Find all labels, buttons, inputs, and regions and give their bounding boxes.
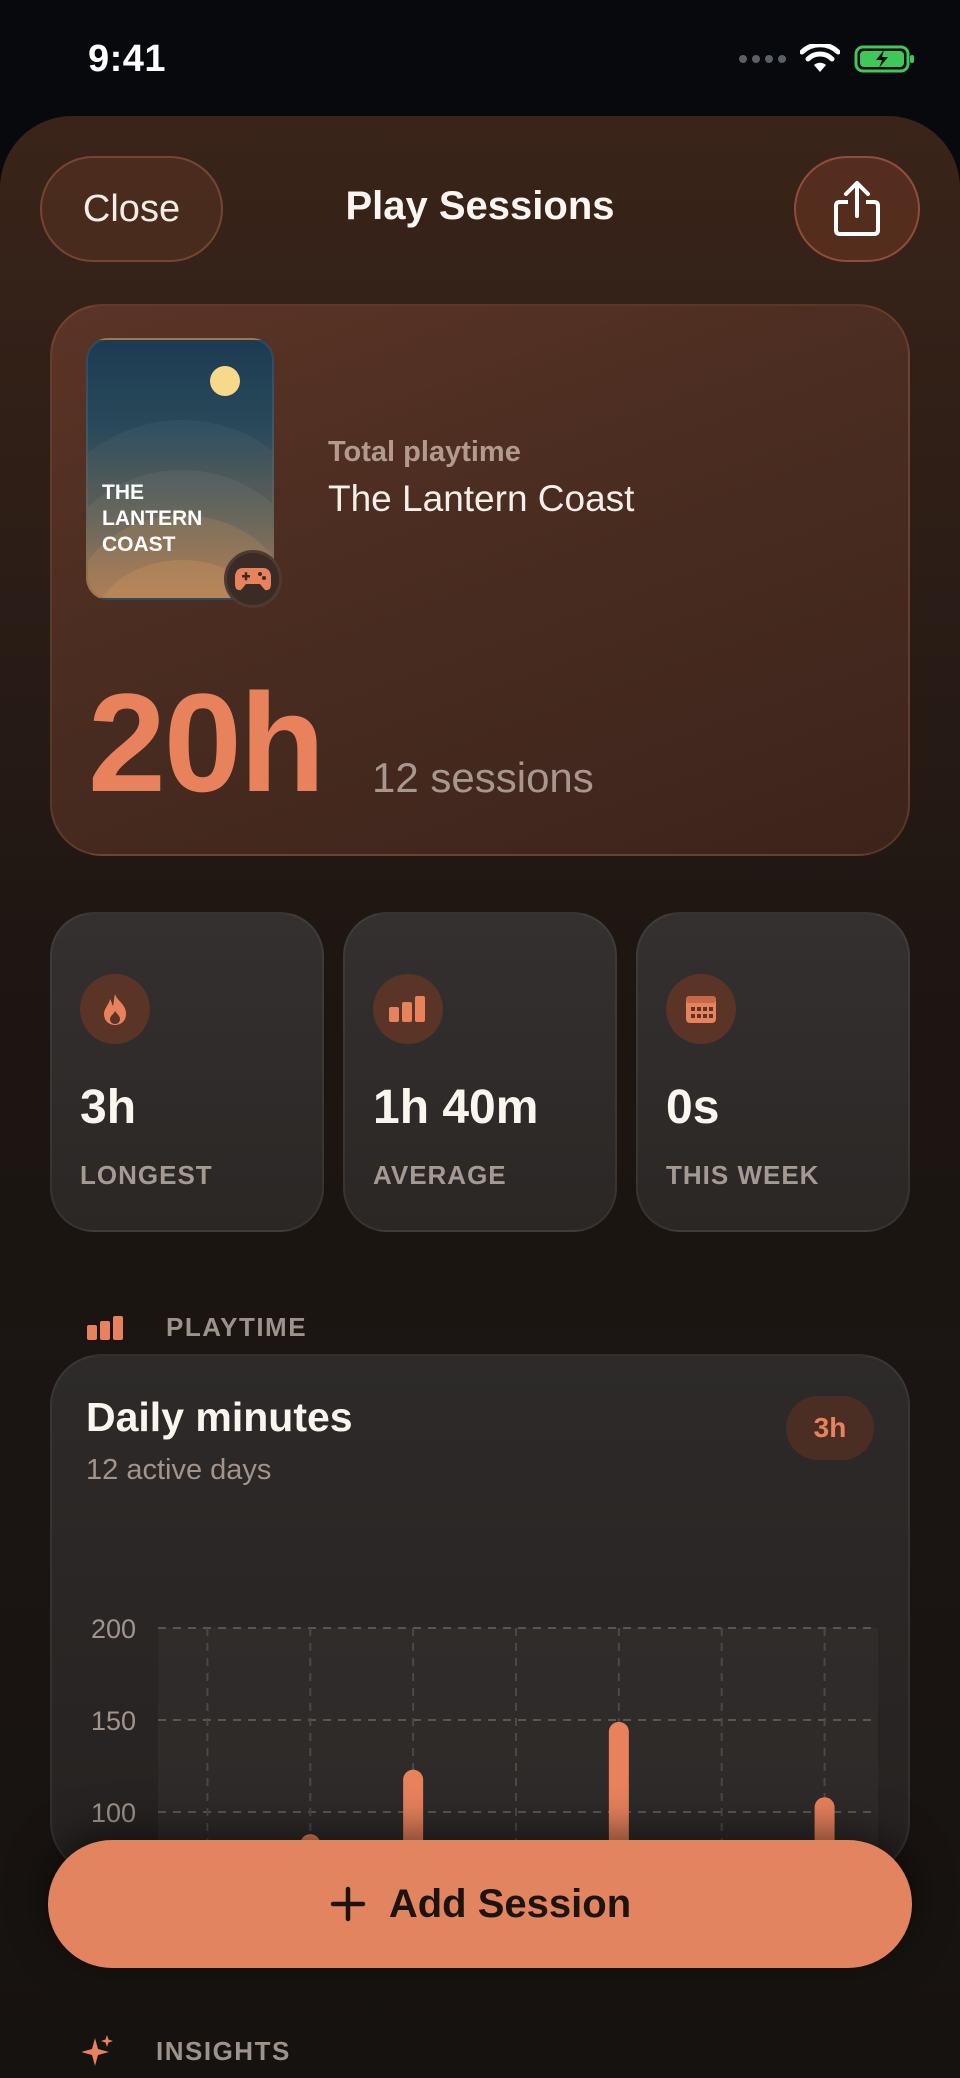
share-icon — [834, 181, 880, 236]
section-label: PLAYTIME — [166, 1312, 308, 1342]
section-header-playtime: PLAYTIME — [86, 1312, 307, 1343]
plus-icon — [330, 1886, 366, 1922]
total-playtime-label: Total playtime — [328, 436, 521, 468]
bar-chart-icon — [87, 1315, 123, 1340]
calendar-icon — [666, 974, 736, 1044]
wifi-icon — [800, 44, 840, 72]
gamepad-badge — [224, 550, 282, 608]
y-tick-label: 200 — [91, 1614, 136, 1644]
stat-label: AVERAGE — [373, 1160, 507, 1190]
section-label: INSIGHTS — [156, 2035, 291, 2066]
play-sessions-sheet: Close Play Sessions THE LANTERN COAST To… — [0, 116, 960, 2078]
daily-minutes-chart-card: Daily minutes 12 active days 3h 200 150 10… — [50, 1354, 910, 1874]
bar-chart-icon — [373, 974, 443, 1044]
add-session-button[interactable]: Add Session — [48, 1840, 912, 1968]
cellular-signal-icon — [739, 55, 786, 63]
stat-card-longest: 3h LONGEST — [50, 912, 324, 1232]
flame-icon — [80, 974, 150, 1044]
game-title: The Lantern Coast — [328, 478, 635, 519]
plot-area — [158, 1628, 878, 1872]
add-session-label: Add Session — [388, 1881, 632, 1926]
total-playtime-value: 20h — [88, 664, 325, 821]
stat-card-this-week: 0s THIS WEEK — [636, 912, 910, 1232]
y-tick-label: 150 — [91, 1706, 136, 1736]
section-header-insights: INSIGHTS — [82, 2034, 291, 2068]
total-playtime-card: THE LANTERN COAST Total playtime The Lante… — [50, 304, 910, 856]
battery-charging-icon — [854, 45, 914, 73]
y-tick-label: 100 — [91, 1798, 136, 1828]
stat-value: 0s — [666, 1081, 720, 1134]
stat-label: THIS WEEK — [666, 1160, 820, 1190]
status-bar: 9:41 — [0, 0, 960, 120]
stat-value: 1h 40m — [373, 1081, 539, 1134]
stat-value: 3h — [80, 1081, 137, 1134]
cover-moon — [210, 366, 240, 396]
status-icons — [739, 44, 916, 74]
stat-card-average: 1h 40m AVERAGE — [343, 912, 617, 1232]
cover-title: THE LANTERN COAST — [102, 481, 203, 556]
share-button[interactable] — [794, 156, 920, 262]
gamepad-icon — [235, 568, 271, 591]
daily-minutes-chart: 20015010050 — [91, 1614, 878, 1872]
stat-label: LONGEST — [80, 1160, 213, 1190]
sparkles-icon — [82, 2035, 113, 2066]
session-count: 12 sessions — [372, 754, 594, 801]
status-time: 9:41 — [88, 38, 167, 80]
